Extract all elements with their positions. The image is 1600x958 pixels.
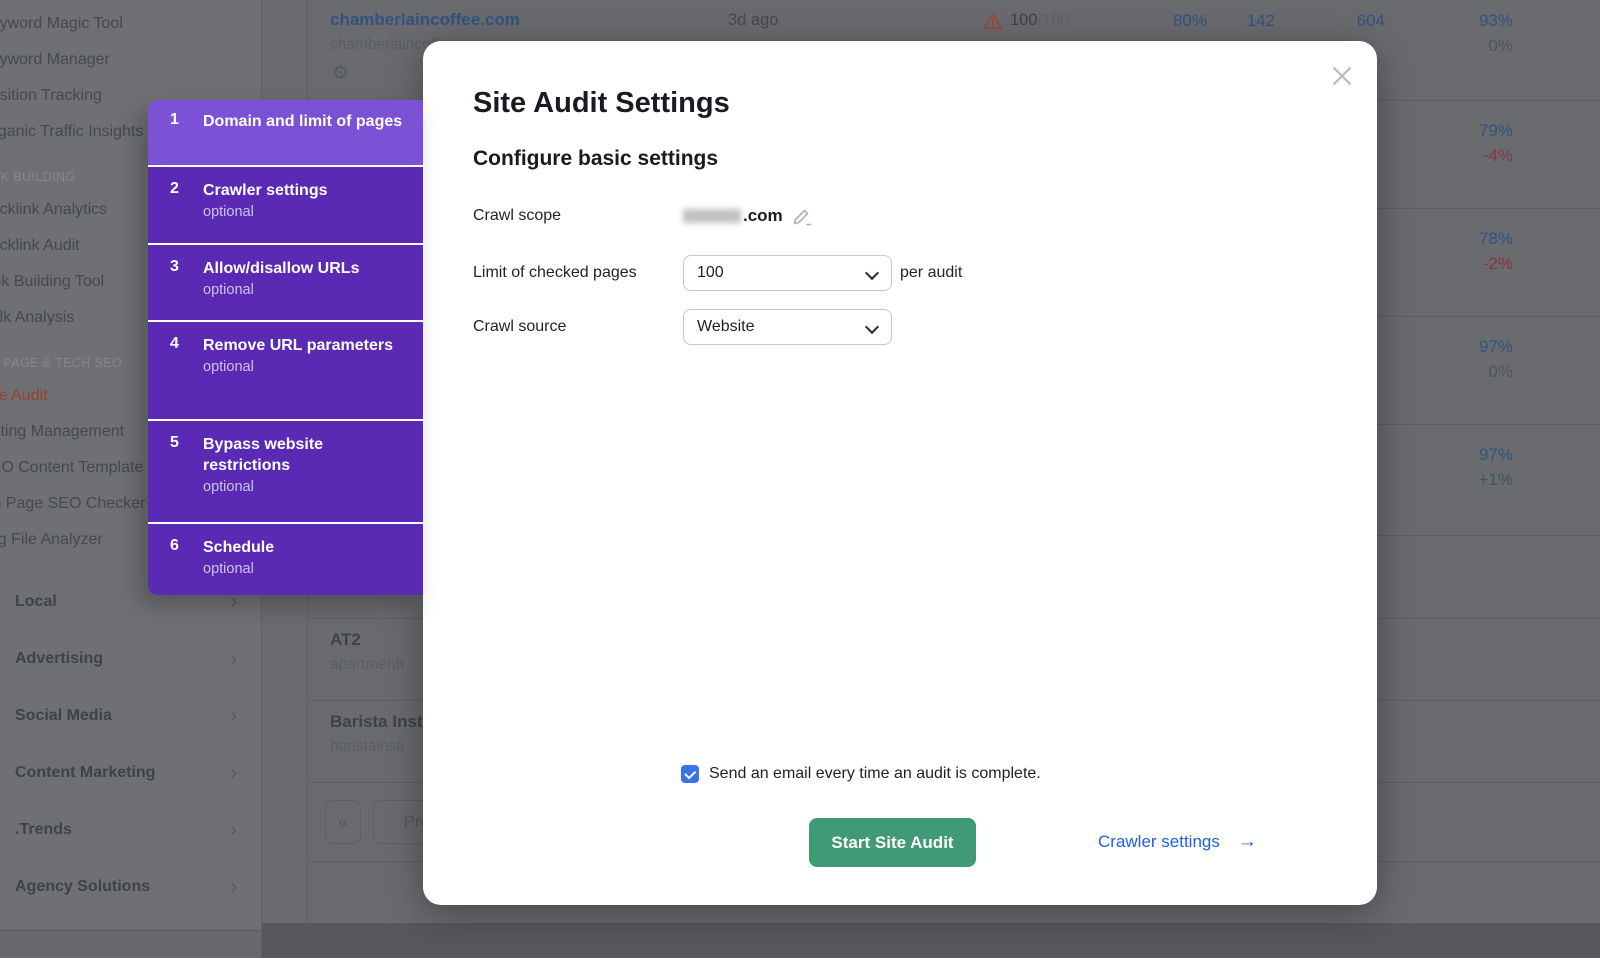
limit-of-checked-pages-label: Limit of checked pages: [473, 264, 637, 282]
step-number: 2: [170, 180, 179, 198]
row-delta: -2%: [1483, 254, 1513, 274]
project-subdomain: baristainsti: [330, 738, 404, 756]
step-title: Domain and limit of pages: [203, 111, 409, 132]
step-number: 3: [170, 258, 179, 276]
step-remove-url-parameters[interactable]: 4 Remove URL parameters optional: [148, 320, 423, 419]
arrow-right-icon: →: [1238, 831, 1257, 853]
step-number: 6: [170, 537, 179, 555]
domain-suffix: .com: [743, 206, 783, 226]
step-title: Crawler settings: [203, 180, 409, 201]
section-heading: Configure basic settings: [473, 147, 718, 171]
site-audit-settings-modal: Site Audit Settings Configure basic sett…: [423, 41, 1377, 905]
step-optional-label: optional: [203, 479, 409, 495]
warnings-count[interactable]: 604: [1357, 11, 1385, 31]
step-schedule[interactable]: 6 Schedule optional: [148, 522, 423, 595]
step-optional-label: optional: [203, 359, 409, 375]
step-title: Bypass website restrictions: [203, 434, 409, 476]
step-crawler-settings[interactable]: 2 Crawler settings optional: [148, 165, 423, 243]
sidebar-item-trends[interactable]: .Trends ›: [0, 801, 261, 858]
crawler-settings-link[interactable]: Crawler settings →: [1098, 831, 1257, 853]
chevron-right-icon: ›: [230, 706, 237, 726]
step-optional-label: optional: [203, 204, 409, 220]
row-percentage[interactable]: 97%: [1479, 337, 1513, 357]
sidebar-item-keyword-magic-tool[interactable]: Keyword Magic Tool: [0, 6, 261, 42]
modal-title: Site Audit Settings: [473, 87, 730, 120]
step-allow-disallow-urls[interactable]: 3 Allow/disallow URLs optional: [148, 243, 423, 320]
chevron-right-icon: ›: [230, 877, 237, 897]
row-delta: -4%: [1483, 146, 1513, 166]
warning-triangle-icon: [983, 12, 1003, 35]
chevron-down-icon: [865, 266, 879, 280]
row-delta: 0%: [1488, 36, 1513, 56]
sidebar-item-keyword-manager[interactable]: Keyword Manager: [0, 42, 261, 78]
project-name[interactable]: AT2: [330, 630, 361, 650]
email-checkbox-label: Send an email every time an audit is com…: [709, 765, 1041, 783]
row-delta: +1%: [1479, 470, 1514, 490]
sidebar-item-label: Advertising: [15, 650, 103, 668]
sidebar-item-label: Social Media: [15, 707, 112, 725]
crawl-scope-value: .com: [683, 203, 813, 229]
health-total: /100: [1038, 11, 1070, 29]
close-icon[interactable]: [1329, 63, 1355, 89]
sidebar-item-label: Content Marketing: [15, 764, 155, 782]
sidebar-item-agency-solutions[interactable]: Agency Solutions ›: [0, 858, 261, 915]
step-optional-label: optional: [203, 282, 409, 298]
per-audit-label: per audit: [900, 264, 962, 282]
step-title: Allow/disallow URLs: [203, 258, 409, 279]
edit-pencil-icon[interactable]: [792, 207, 813, 226]
issues-count[interactable]: 142: [1247, 11, 1275, 31]
sidebar-bottom-nav: Local › Advertising › Social Media › Con…: [0, 573, 261, 915]
sidebar-footer: [0, 930, 261, 958]
step-bypass-website-restrictions[interactable]: 5 Bypass website restrictions optional: [148, 419, 423, 522]
chevron-right-icon: ›: [230, 763, 237, 783]
step-number: 4: [170, 335, 179, 353]
health-score: 100/100: [1010, 11, 1070, 30]
row-delta: 0%: [1488, 362, 1513, 382]
sidebar-item-social-media[interactable]: Social Media ›: [0, 687, 261, 744]
sidebar-item-content-marketing[interactable]: Content Marketing ›: [0, 744, 261, 801]
row-percentage[interactable]: 97%: [1479, 445, 1513, 465]
crawled-pages-pct[interactable]: 80%: [1173, 11, 1207, 31]
row-percentage[interactable]: 93%: [1479, 11, 1513, 31]
sidebar-item-advertising[interactable]: Advertising ›: [0, 630, 261, 687]
crawl-source-label: Crawl source: [473, 318, 566, 336]
crawl-source-select[interactable]: Website: [683, 309, 892, 345]
project-name[interactable]: Barista Inst: [330, 712, 423, 732]
pagination-first-button[interactable]: «: [325, 800, 361, 844]
step-domain-and-limit[interactable]: 1 Domain and limit of pages: [148, 100, 423, 165]
chevron-down-icon: [865, 320, 879, 334]
selected-limit-value: 100: [697, 264, 724, 282]
wizard-steps-menu: 1 Domain and limit of pages 2 Crawler se…: [148, 100, 423, 595]
crawl-scope-label: Crawl scope: [473, 207, 561, 225]
sidebar-item-label: Local: [15, 593, 57, 611]
sidebar-item-label: .Trends: [15, 821, 72, 839]
step-number: 5: [170, 434, 179, 452]
gear-icon[interactable]: ⚙: [332, 64, 349, 83]
email-checkbox[interactable]: [681, 765, 699, 783]
step-optional-label: optional: [203, 561, 409, 577]
row-percentage[interactable]: 78%: [1479, 229, 1513, 249]
limit-of-checked-pages-select[interactable]: 100: [683, 255, 892, 291]
step-title: Schedule: [203, 537, 409, 558]
start-site-audit-button[interactable]: Start Site Audit: [809, 818, 976, 867]
blurred-domain: [683, 209, 741, 223]
step-number: 1: [170, 111, 179, 129]
selected-source-value: Website: [697, 318, 755, 336]
crawler-settings-link-label: Crawler settings: [1098, 832, 1220, 852]
chevron-right-icon: ›: [230, 820, 237, 840]
table-bottom-strip: [262, 923, 1600, 958]
health-value: 100: [1010, 11, 1038, 29]
step-title: Remove URL parameters: [203, 335, 409, 356]
project-domain-link[interactable]: chamberlaincoffee.com: [330, 10, 520, 30]
sidebar-item-label: Agency Solutions: [15, 878, 150, 896]
chevron-right-icon: ›: [230, 649, 237, 669]
project-subdomain: apartmentt: [330, 656, 404, 674]
email-notification-row: Send an email every time an audit is com…: [681, 765, 1041, 783]
row-percentage[interactable]: 79%: [1479, 121, 1513, 141]
last-crawl-date: 3d ago: [728, 11, 778, 30]
